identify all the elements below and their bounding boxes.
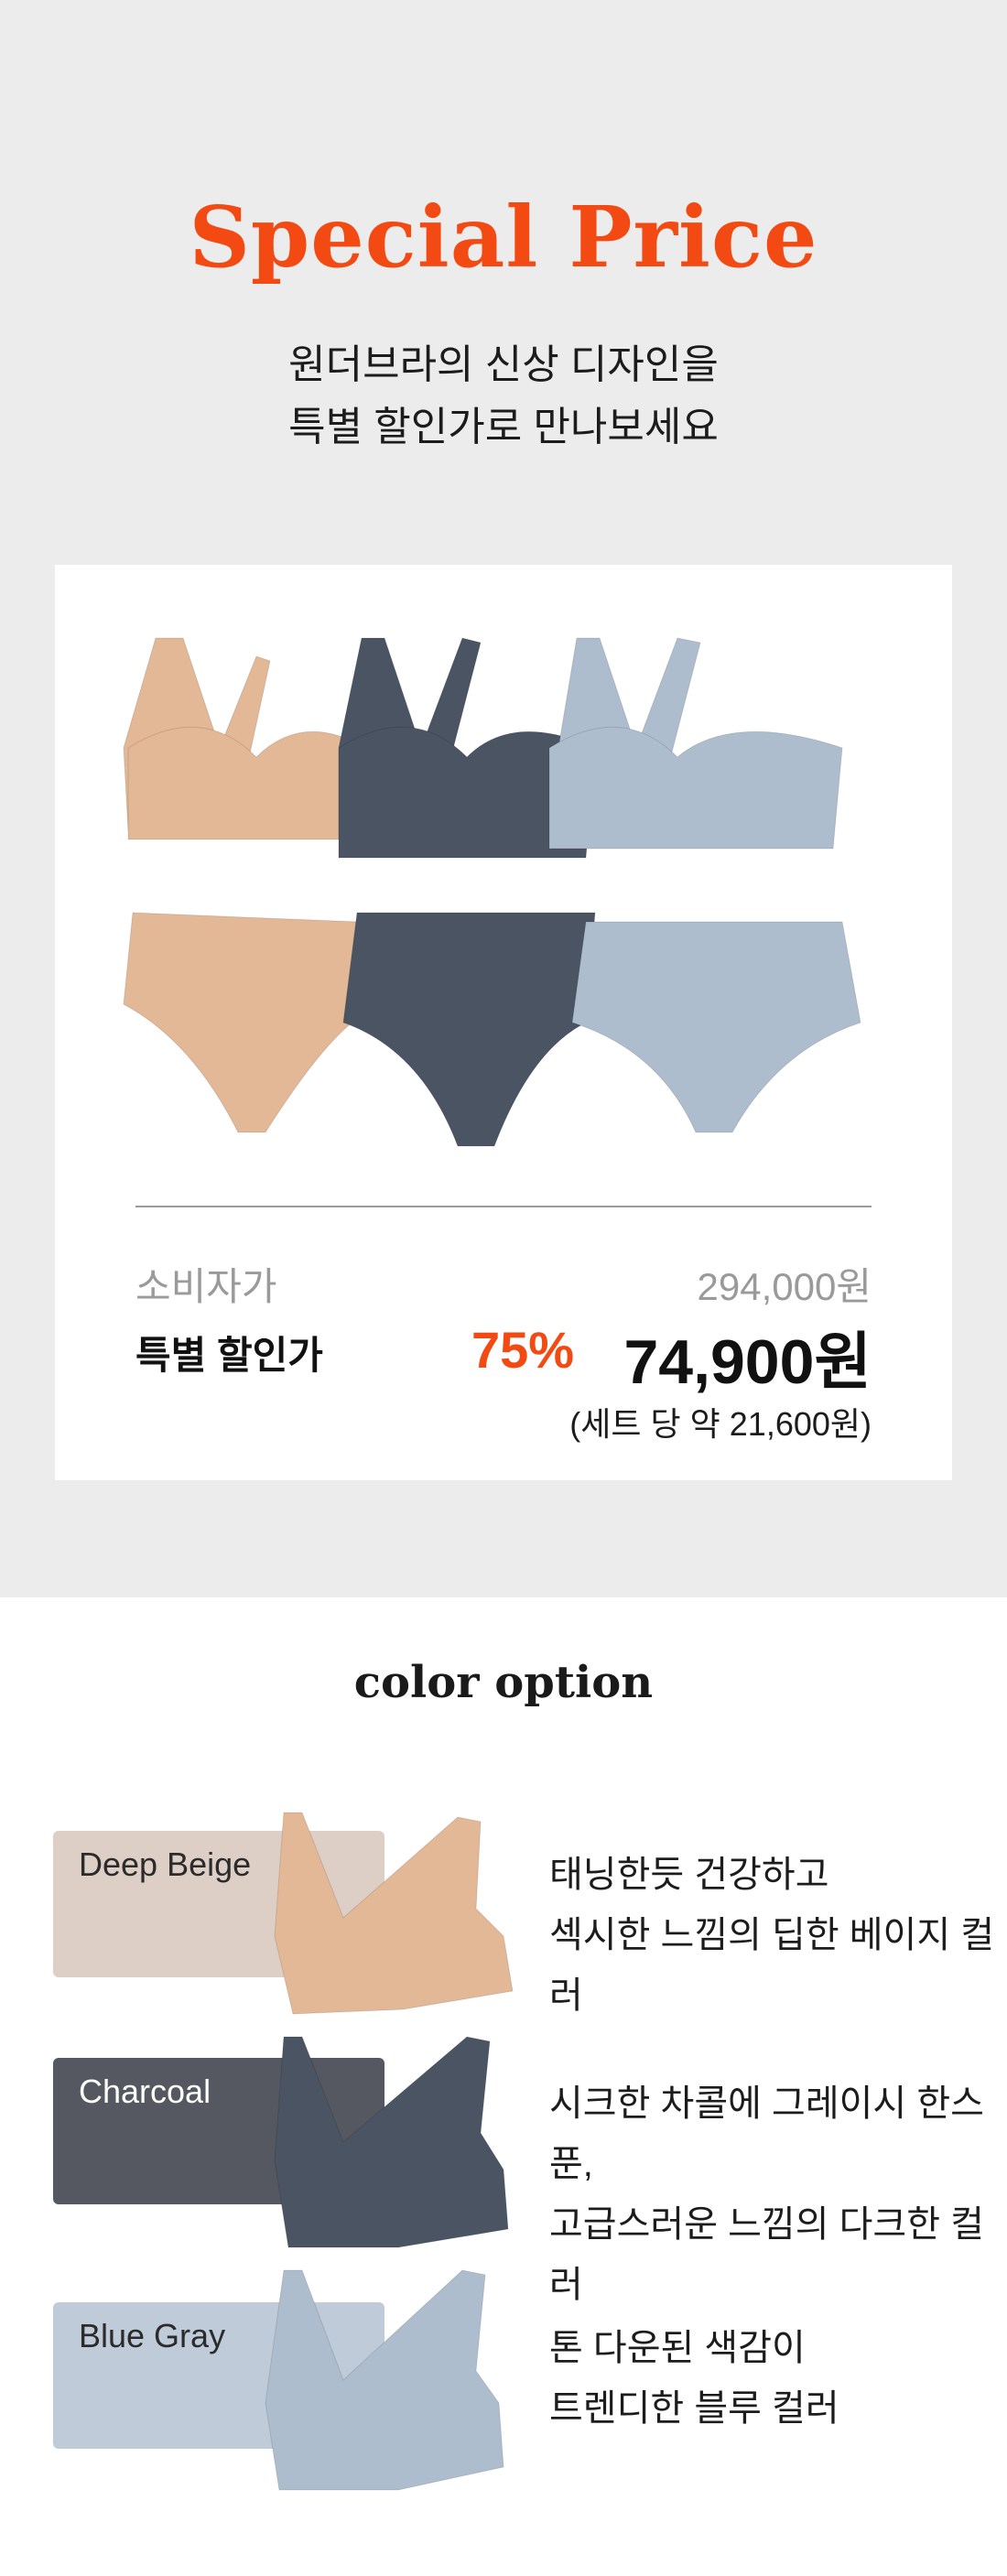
bra-beige (123, 637, 367, 840)
consumer-price: 294,000원 (697, 1265, 872, 1308)
desc-line: 태닝한듯 건강하고 (549, 1855, 829, 1895)
panty-bluegray (571, 921, 861, 1133)
desc-line: 시크한 차콜에 그레이시 한스푼, (549, 2084, 984, 2184)
special-price-label: 특별 할인가 (135, 1334, 323, 1377)
color-description-blue-gray: 톤 다운된 색감이 트렌디한 블루 컬러 (549, 2318, 839, 2439)
bra-image-charcoal (274, 2036, 509, 2248)
panty-beige (123, 912, 367, 1133)
special-price: 74,900원 (623, 1327, 872, 1397)
special-price-section: Special Price 원더브라의 신상 디자인을 특별 할인가로 만나보세… (0, 0, 1007, 1597)
color-name: Charcoal (79, 2073, 211, 2110)
color-description-deep-beige: 태닝한듯 건강하고 섹시한 느낌의 딥한 베이지 컬러 (549, 1845, 1007, 2026)
desc-line: 트렌디한 블루 컬러 (549, 2388, 839, 2429)
color-option-title: color option (353, 1657, 654, 1708)
color-name: Deep Beige (79, 1845, 252, 1883)
section-title: Special Price (189, 188, 818, 287)
desc-line: 톤 다운된 색감이 (549, 2328, 806, 2368)
desc-line: 고급스러운 느낌의 다크한 컬러 (549, 2204, 984, 2305)
bra-bluegray (548, 637, 843, 850)
subtitle-line-2: 특별 할인가로 만나보세요 (288, 405, 719, 449)
product-set-image (123, 637, 861, 1147)
price-divider (135, 1206, 872, 1207)
panty-charcoal (342, 912, 596, 1147)
color-name: Blue Gray (79, 2317, 226, 2354)
bra-image-blue-gray (265, 2269, 504, 2491)
color-description-charcoal: 시크한 차콜에 그레이시 한스푼, 고급스러운 느낌의 다크한 컬러 (549, 2073, 1007, 2315)
bra-image-deep-beige (274, 1812, 514, 2015)
subtitle-line-1: 원더브라의 신상 디자인을 (288, 342, 719, 387)
desc-line: 섹시한 느낌의 딥한 베이지 컬러 (549, 1915, 995, 2016)
per-set-note: (세트 당 약 21,600원) (569, 1405, 872, 1443)
discount-rate: 75% (471, 1321, 575, 1379)
price-card: 소비자가 294,000원 특별 할인가 75% 74,900원 (세트 당 약… (55, 565, 952, 1480)
consumer-price-label: 소비자가 (135, 1265, 277, 1308)
